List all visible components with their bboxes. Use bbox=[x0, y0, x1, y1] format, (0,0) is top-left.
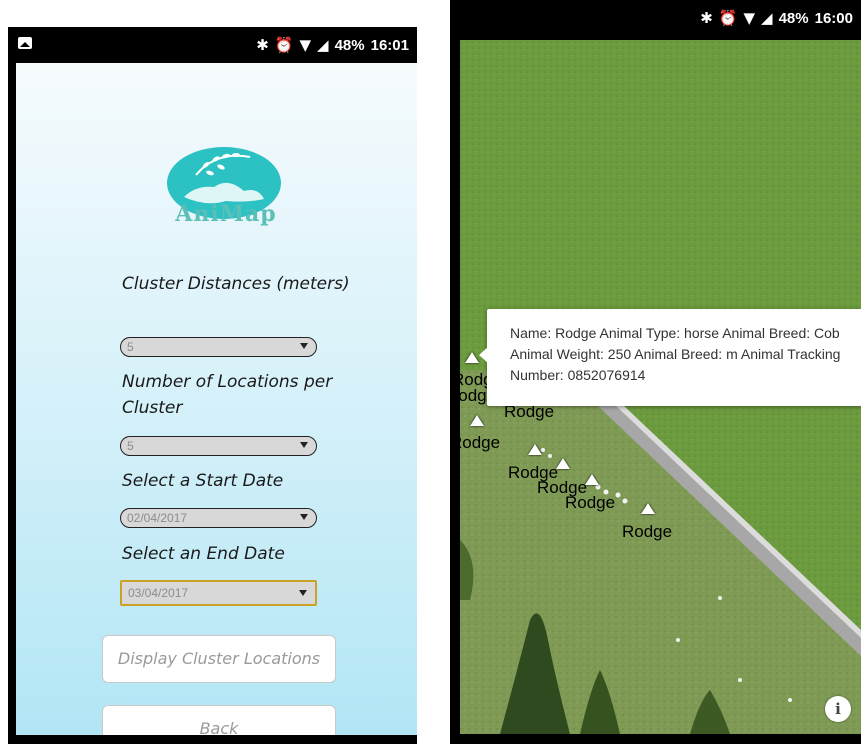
map-marker-icon[interactable] bbox=[470, 415, 484, 426]
marker-label: Rodge bbox=[622, 522, 673, 541]
map-marker-icon[interactable] bbox=[465, 352, 479, 363]
right-phone-frame: ✱ ⏰ ▼ ◢ 48% 16:00 od Rodge odge Rodge Ro… bbox=[450, 0, 861, 744]
animal-info-popup[interactable]: × Name: Rodge Animal Type: horse Animal … bbox=[479, 309, 861, 406]
left-phone-frame: ✱ ⏰ ▼ ◢ 48% 16:01 AniMap Cluster Distanc… bbox=[8, 27, 417, 744]
end-date-value: 03/04/2017 bbox=[128, 586, 189, 600]
animal-info-text: Name: Rodge Animal Type: horse Animal Br… bbox=[510, 325, 841, 383]
animap-cluster-form: AniMap Cluster Distances (meters) 5 Numb… bbox=[16, 63, 417, 735]
cluster-distance-value: 5 bbox=[127, 340, 134, 354]
signal-icon: ◢ bbox=[317, 36, 329, 54]
info-icon: i bbox=[835, 700, 841, 718]
end-date-label: Select an End Date bbox=[122, 544, 285, 564]
clock: 16:01 bbox=[370, 36, 409, 54]
satellite-map[interactable]: Rodge Rodge Rodge Rodge Rodge Rodge Rodg… bbox=[460, 40, 861, 734]
status-bar: ✱ ⏰ ▼ ◢ 48% 16:01 bbox=[8, 27, 417, 61]
popup-pointer bbox=[479, 347, 488, 363]
info-button[interactable]: i bbox=[825, 696, 851, 722]
marker-label: Rodge bbox=[460, 433, 501, 452]
bluetooth-icon: ✱ bbox=[256, 36, 269, 54]
alarm-icon: ⏰ bbox=[274, 36, 294, 54]
map-marker-icon[interactable] bbox=[556, 458, 570, 469]
cluster-distance-label: Cluster Distances (meters) bbox=[122, 274, 350, 294]
wifi-icon: ▼ bbox=[299, 36, 312, 54]
dropdown-arrow-icon bbox=[300, 514, 308, 520]
map-marker-icon[interactable] bbox=[585, 474, 599, 485]
battery-percent: 48% bbox=[778, 9, 809, 27]
status-bar: ✱ ⏰ ▼ ◢ 48% 16:00 bbox=[450, 0, 861, 34]
locations-per-cluster-label: Number of Locations per Cluster bbox=[122, 372, 333, 418]
map-marker-icon[interactable] bbox=[528, 444, 542, 455]
cluster-distance-select[interactable]: 5 bbox=[120, 337, 317, 357]
start-date-select[interactable]: 02/04/2017 bbox=[120, 508, 317, 528]
image-notification-icon bbox=[18, 37, 32, 49]
alarm-icon: ⏰ bbox=[718, 9, 738, 27]
locations-per-cluster-value: 5 bbox=[127, 439, 134, 453]
start-date-label: Select a Start Date bbox=[122, 471, 284, 491]
marker-label: Rodge bbox=[565, 493, 616, 512]
animap-logo bbox=[167, 147, 281, 219]
end-date-select[interactable]: 03/04/2017 bbox=[120, 580, 317, 606]
clock: 16:00 bbox=[814, 9, 853, 27]
back-button[interactable]: Back bbox=[102, 705, 336, 735]
dropdown-arrow-icon bbox=[300, 442, 308, 448]
start-date-value: 02/04/2017 bbox=[127, 511, 188, 525]
wifi-icon: ▼ bbox=[743, 9, 756, 27]
display-cluster-locations-button[interactable]: Display Cluster Locations bbox=[102, 635, 336, 683]
signal-icon: ◢ bbox=[761, 9, 773, 27]
logo-text: AniMap bbox=[175, 201, 277, 227]
bluetooth-icon: ✱ bbox=[700, 9, 713, 27]
locations-per-cluster-select[interactable]: 5 bbox=[120, 436, 317, 456]
map-marker-icon[interactable] bbox=[641, 503, 655, 514]
battery-percent: 48% bbox=[334, 36, 365, 54]
dropdown-arrow-icon bbox=[300, 343, 308, 349]
dropdown-arrow-icon bbox=[299, 590, 307, 596]
